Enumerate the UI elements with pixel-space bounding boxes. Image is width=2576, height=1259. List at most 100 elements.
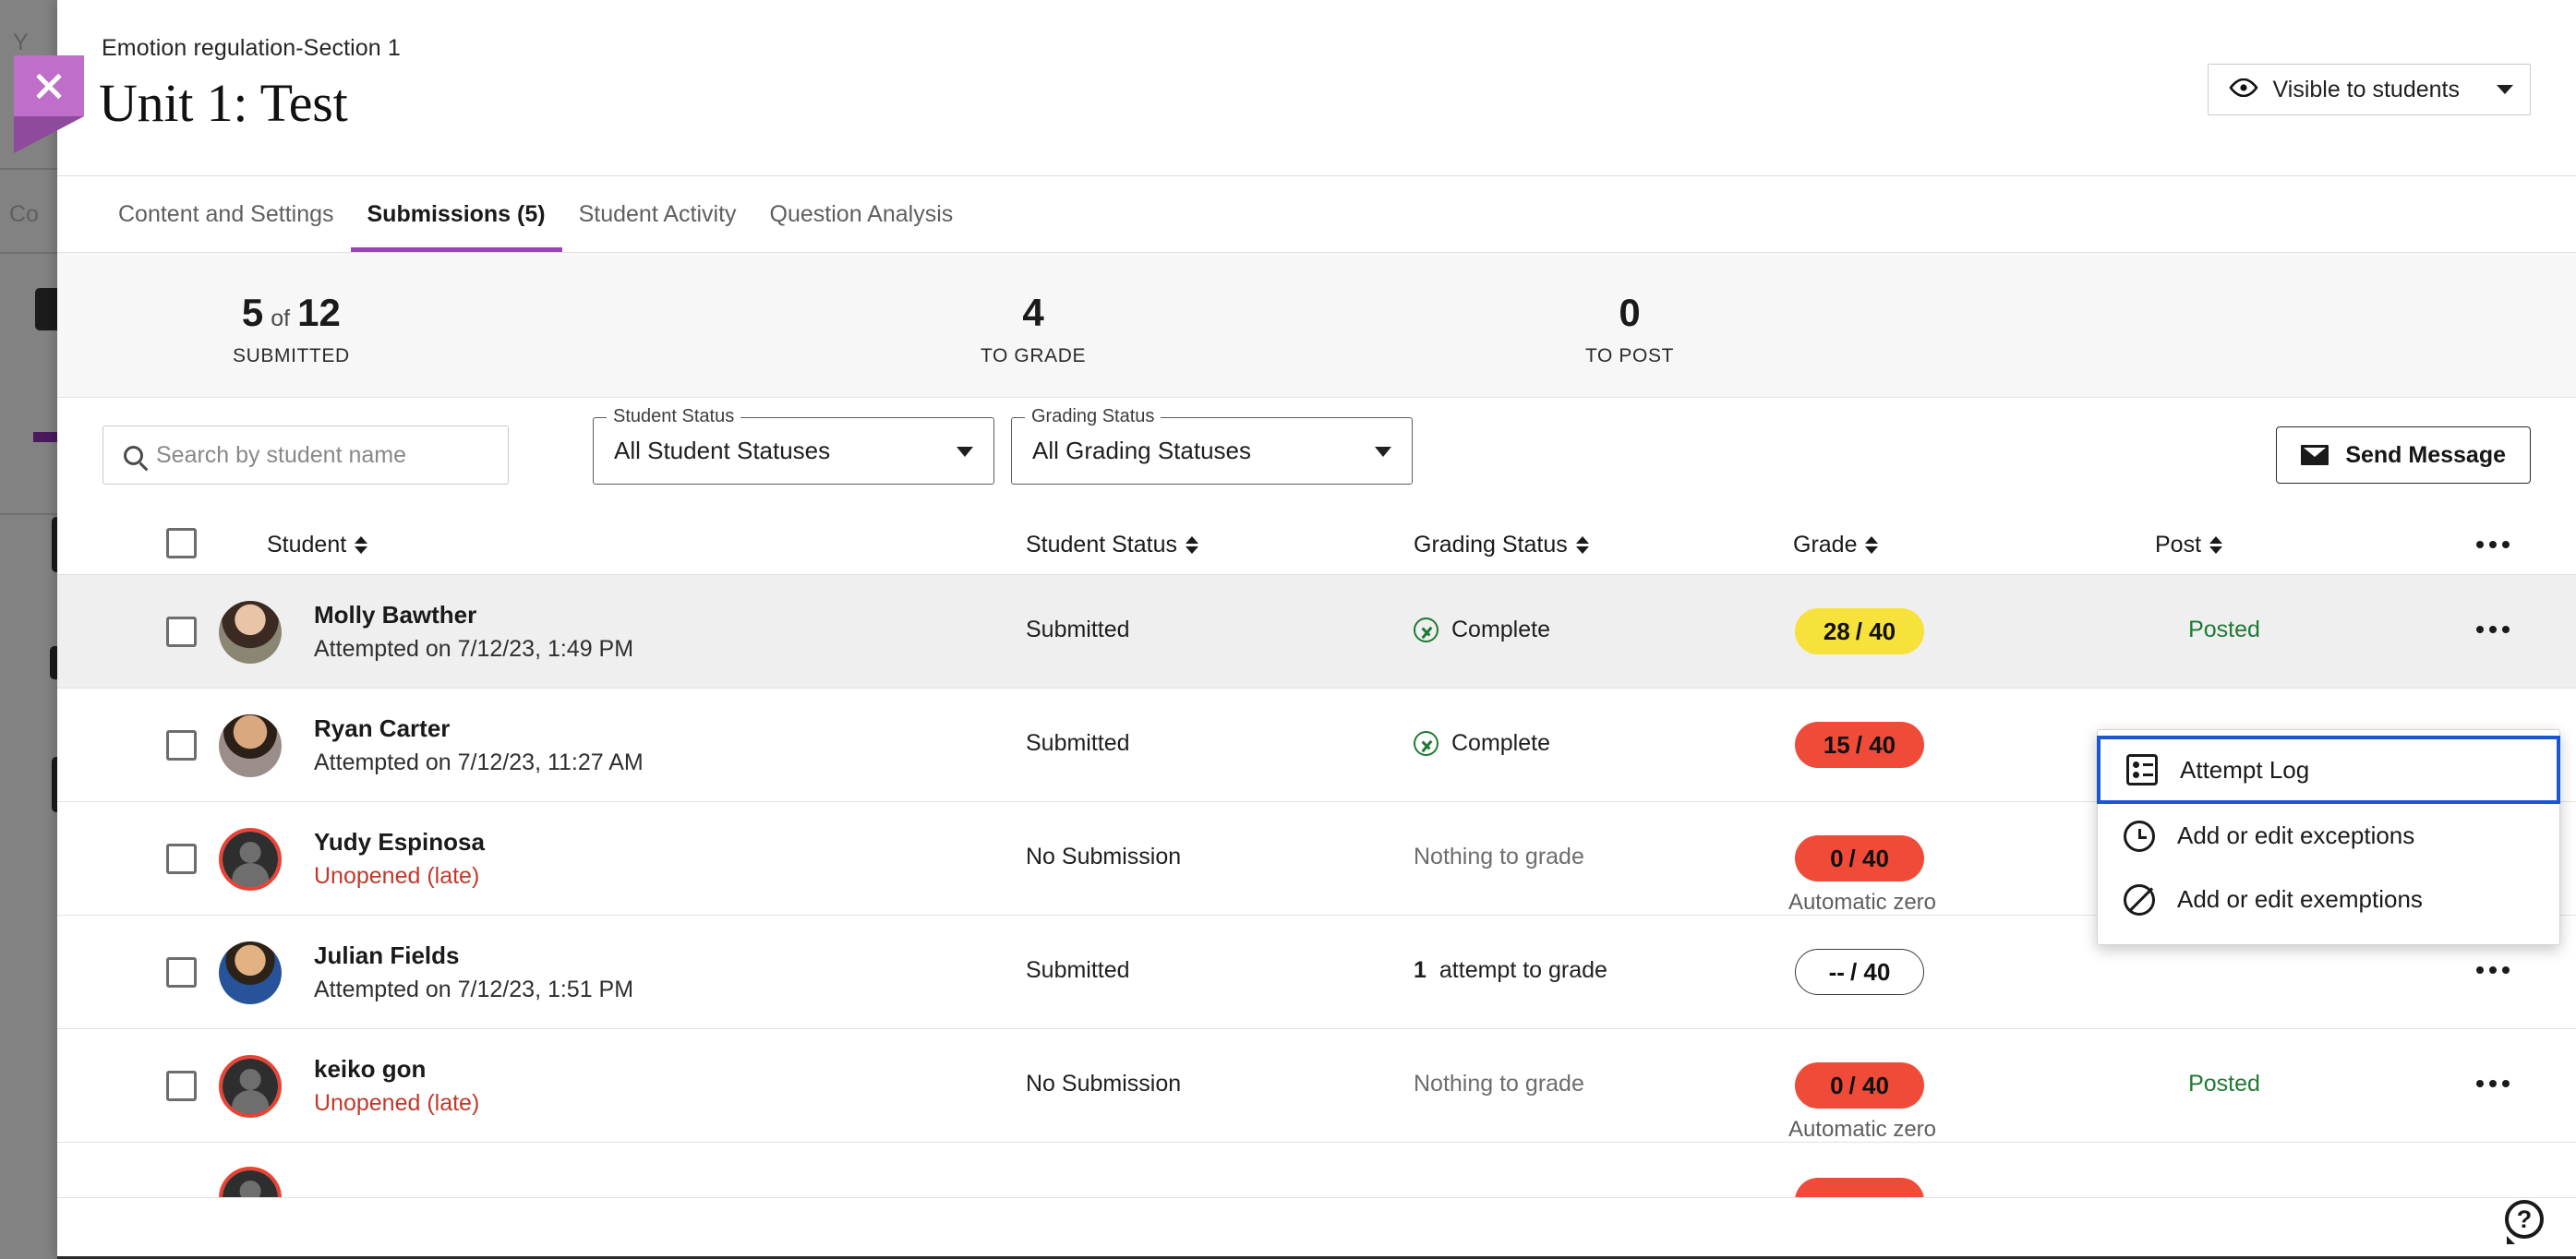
search-placeholder: Search by student name: [156, 442, 406, 469]
grade-denominator: / 40: [1849, 845, 1889, 873]
send-message-label: Send Message: [2345, 442, 2506, 469]
student-name[interactable]: keiko gon: [314, 1055, 426, 1084]
grade-denominator: / 40: [1856, 731, 1896, 760]
student-name[interactable]: Julian Fields: [314, 941, 460, 970]
tab-student-activity[interactable]: Student Activity: [562, 176, 753, 253]
grading-status-value: All Grading Statuses: [1032, 437, 1251, 465]
grade-pill[interactable]: [1795, 1178, 1924, 1198]
tab-question-analysis[interactable]: Question Analysis: [753, 176, 970, 253]
close-icon[interactable]: [14, 55, 84, 116]
grading-status-legend: Grading Status: [1025, 406, 1161, 427]
row-options-menu-button[interactable]: [2476, 626, 2510, 633]
clock-history-icon: [2124, 821, 2155, 852]
grade-value: --: [1829, 958, 1845, 987]
close-tab-tail: [14, 116, 84, 153]
avatar: [219, 1167, 282, 1198]
row-checkbox[interactable]: [166, 957, 197, 988]
avatar: [219, 941, 282, 1004]
tab-submissions[interactable]: Submissions (5): [351, 176, 562, 253]
grading-status-value: Complete: [1414, 730, 1550, 757]
search-input[interactable]: Search by student name: [102, 426, 509, 485]
row-checkbox[interactable]: [166, 1071, 197, 1101]
select-all-checkbox[interactable]: [166, 528, 197, 558]
grading-status-value: Nothing to grade: [1414, 844, 1584, 870]
grade-pill[interactable]: 28 / 40: [1795, 608, 1924, 654]
grade-pill[interactable]: -- / 40: [1795, 949, 1924, 995]
avatar-silhouette-icon: [223, 1059, 278, 1114]
row-options-menu-button[interactable]: [2476, 1080, 2510, 1087]
attempt-timestamp: Attempted on 7/12/23, 11:27 AM: [314, 749, 644, 776]
grade-value: 15: [1824, 731, 1850, 760]
post-status: Posted: [2155, 1071, 2293, 1097]
grade-value: 28: [1824, 618, 1850, 646]
attempt-count: 1: [1414, 957, 1426, 984]
stat-to-grade-label: TO GRADE: [981, 345, 1086, 367]
student-status-legend: Student Status: [607, 406, 740, 427]
help-question-icon[interactable]: ?: [2505, 1200, 2547, 1242]
row-checkbox[interactable]: [166, 730, 197, 761]
tab-content-and-settings[interactable]: Content and Settings: [102, 176, 351, 253]
backdrop-text: Y: [13, 30, 29, 56]
student-name[interactable]: Molly Bawther: [314, 601, 476, 630]
send-message-button[interactable]: Send Message: [2276, 426, 2531, 484]
filter-bar: Search by student name Student Status Al…: [57, 398, 2576, 513]
table-options-menu-button[interactable]: [2476, 541, 2510, 548]
course-breadcrumb: Emotion regulation-Section 1: [102, 35, 401, 62]
column-header-student-status[interactable]: Student Status: [1026, 532, 1198, 558]
student-status-value: All Student Statuses: [614, 437, 830, 465]
row-context-menu: Attempt Log Add or edit exceptions Add o…: [2097, 729, 2560, 945]
menu-item-exemptions-label: Add or edit exemptions: [2177, 885, 2423, 914]
check-circle-icon: [1414, 731, 1438, 756]
table-row[interactable]: Molly Bawther Attempted on 7/12/23, 1:49…: [57, 575, 2576, 689]
menu-item-attempt-log[interactable]: Attempt Log: [2097, 736, 2560, 804]
grade-denominator: / 40: [1850, 958, 1890, 987]
sort-icon: [1186, 536, 1198, 554]
stat-to-grade: 4 TO GRADE: [981, 294, 1086, 367]
row-checkbox[interactable]: [166, 617, 197, 647]
column-header-grade-label: Grade: [1793, 532, 1857, 558]
grade-denominator: / 40: [1856, 618, 1896, 646]
avatar: [219, 714, 282, 777]
column-header-student[interactable]: Student: [267, 532, 367, 558]
grade-pill[interactable]: 0 / 40: [1795, 835, 1924, 881]
menu-item-add-edit-exceptions[interactable]: Add or edit exceptions: [2098, 804, 2559, 868]
menu-item-exceptions-label: Add or edit exceptions: [2177, 821, 2414, 850]
table-row[interactable]: keiko gon Unopened (late) No Submission …: [57, 1029, 2576, 1143]
stat-submitted: 5of12 SUBMITTED: [233, 294, 350, 367]
avatar: [219, 601, 282, 664]
table-row[interactable]: [57, 1143, 2576, 1198]
attempt-status: Unopened (late): [314, 1090, 479, 1117]
student-name[interactable]: Ryan Carter: [314, 714, 450, 743]
grade-value: 0: [1830, 1072, 1843, 1100]
envelope-icon: [2301, 445, 2329, 465]
student-status-value: Submitted: [1026, 730, 1130, 757]
sort-icon: [1865, 536, 1878, 554]
check-circle-icon: [1414, 618, 1438, 642]
column-header-post[interactable]: Post: [2155, 532, 2222, 558]
visibility-label: Visible to students: [2273, 77, 2460, 103]
column-header-grading-status-label: Grading Status: [1414, 532, 1568, 558]
chevron-down-icon: [1375, 447, 1391, 457]
row-checkbox[interactable]: [166, 844, 197, 874]
column-header-grading-status[interactable]: Grading Status: [1414, 532, 1589, 558]
attempt-log-icon: [2126, 754, 2158, 785]
grading-status-select[interactable]: Grading Status All Grading Statuses: [1011, 417, 1413, 485]
stat-to-post: 0 TO POST: [1585, 294, 1674, 367]
chevron-down-icon: [957, 447, 973, 457]
menu-item-attempt-log-label: Attempt Log: [2180, 756, 2309, 785]
column-header-grade[interactable]: Grade: [1793, 532, 1878, 558]
eye-icon: [2229, 77, 2258, 103]
row-options-menu-button[interactable]: [2476, 966, 2510, 974]
avatar: [219, 1055, 282, 1118]
grade-pill[interactable]: 0 / 40: [1795, 1062, 1924, 1109]
student-status-select[interactable]: Student Status All Student Statuses: [593, 417, 994, 485]
stat-to-post-label: TO POST: [1585, 345, 1674, 367]
student-status-value: No Submission: [1026, 844, 1181, 870]
menu-item-add-edit-exemptions[interactable]: Add or edit exemptions: [2098, 868, 2559, 931]
student-name[interactable]: Yudy Espinosa: [314, 828, 485, 857]
grading-status-value: Nothing to grade: [1414, 1071, 1584, 1097]
visibility-dropdown-button[interactable]: Visible to students: [2208, 64, 2531, 115]
grade-note: Automatic zero: [1756, 890, 1968, 916]
grade-pill[interactable]: 15 / 40: [1795, 722, 1924, 768]
grading-status-value: Complete: [1414, 617, 1550, 643]
